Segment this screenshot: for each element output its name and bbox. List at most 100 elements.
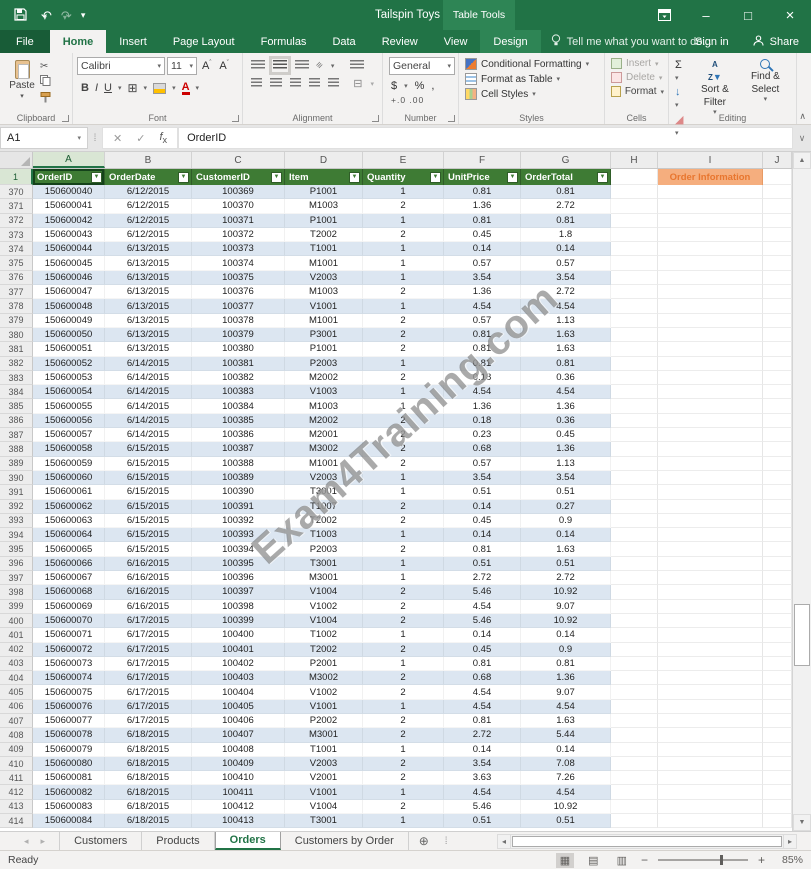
empty-cell[interactable] [763, 728, 792, 742]
cell[interactable]: 100397 [192, 585, 285, 599]
row-number[interactable]: 373 [0, 228, 33, 242]
empty-cell[interactable] [611, 414, 658, 428]
empty-cell[interactable] [611, 714, 658, 728]
cell[interactable]: 1.63 [521, 714, 611, 728]
cell[interactable]: 100408 [192, 743, 285, 757]
find-select-button[interactable]: Find & Select▾ [739, 57, 792, 111]
filter-dropdown-icon[interactable]: ▼ [271, 172, 282, 183]
column-header-J[interactable]: J [763, 152, 792, 168]
cell[interactable]: 150600059 [33, 457, 105, 471]
sheet-tab-customers[interactable]: Customers [59, 832, 142, 850]
cell[interactable]: 1.36 [444, 399, 521, 413]
close-button[interactable]: × [769, 0, 811, 30]
row-number[interactable]: 374 [0, 242, 33, 256]
empty-cell[interactable] [658, 643, 763, 657]
cell[interactable]: 2 [363, 757, 444, 771]
empty-cell[interactable] [658, 285, 763, 299]
cell[interactable]: 100393 [192, 528, 285, 542]
row-number[interactable]: 394 [0, 528, 33, 542]
cell[interactable]: 1 [363, 485, 444, 499]
cell[interactable]: 100406 [192, 714, 285, 728]
cell[interactable]: 10.92 [521, 614, 611, 628]
orientation-icon[interactable]: ≡ [314, 60, 326, 72]
cell[interactable]: V1003 [285, 385, 363, 399]
new-sheet-icon[interactable]: ⊕ [409, 832, 439, 850]
cell[interactable]: 6/15/2015 [105, 471, 192, 485]
cell[interactable]: 2.72 [444, 728, 521, 742]
empty-cell[interactable] [763, 771, 792, 785]
empty-cell[interactable] [763, 657, 792, 671]
empty-cell[interactable] [763, 743, 792, 757]
align-middle-icon[interactable] [273, 60, 287, 71]
cell[interactable]: 4.54 [444, 299, 521, 313]
cell[interactable]: 150600046 [33, 271, 105, 285]
cell[interactable]: 1 [363, 214, 444, 228]
cell[interactable]: 6/18/2015 [105, 728, 192, 742]
cell[interactable]: 2 [363, 414, 444, 428]
empty-cell[interactable] [763, 328, 792, 342]
cell[interactable]: 6/13/2015 [105, 242, 192, 256]
cell[interactable]: 2 [363, 771, 444, 785]
cell[interactable]: T1007 [285, 500, 363, 514]
cell[interactable]: 150600076 [33, 700, 105, 714]
cell[interactable]: 10.92 [521, 800, 611, 814]
empty-cell[interactable] [658, 457, 763, 471]
table-header-cell[interactable]: Quantity▼ [363, 169, 444, 185]
row-number[interactable]: 376 [0, 271, 33, 285]
cell[interactable]: 0.23 [444, 428, 521, 442]
empty-cell[interactable] [658, 256, 763, 270]
vertical-scroll-thumb[interactable] [794, 604, 810, 666]
cell[interactable]: V2003 [285, 757, 363, 771]
empty-cell[interactable] [611, 757, 658, 771]
cell[interactable]: 1.13 [521, 457, 611, 471]
sign-in-button[interactable]: Sign in [683, 36, 741, 48]
cell[interactable]: V1001 [285, 785, 363, 799]
empty-cell[interactable] [658, 442, 763, 456]
cell[interactable]: 2.72 [444, 571, 521, 585]
save-icon[interactable] [14, 8, 27, 23]
sheet-tab-orders[interactable]: Orders [215, 832, 281, 850]
empty-cell[interactable] [763, 169, 792, 185]
cell[interactable]: 6/13/2015 [105, 314, 192, 328]
cell[interactable]: 6/14/2015 [105, 371, 192, 385]
cell[interactable]: 0.9 [521, 514, 611, 528]
cell[interactable]: M1003 [285, 285, 363, 299]
namebox-splitter[interactable]: ⁞ [88, 125, 102, 151]
cell[interactable]: 0.57 [444, 457, 521, 471]
enter-icon[interactable]: ✓ [136, 132, 145, 145]
cell[interactable]: 1.36 [521, 399, 611, 413]
font-size-select[interactable]: 11▾ [167, 57, 197, 75]
tab-design[interactable]: Design [480, 30, 540, 53]
row-number[interactable]: 395 [0, 542, 33, 556]
empty-cell[interactable] [763, 785, 792, 799]
cell[interactable]: 150600050 [33, 328, 105, 342]
cell[interactable]: 1 [363, 657, 444, 671]
cell[interactable]: 150600060 [33, 471, 105, 485]
cell[interactable]: 4.54 [521, 700, 611, 714]
customize-qat-icon[interactable]: ▾ [81, 11, 86, 20]
cell[interactable]: 2 [363, 728, 444, 742]
order-information-header[interactable]: Order Information [658, 169, 763, 185]
empty-cell[interactable] [658, 743, 763, 757]
cell[interactable]: 6/17/2015 [105, 614, 192, 628]
empty-cell[interactable] [658, 671, 763, 685]
autosum-icon[interactable]: Σ ▾ [675, 59, 687, 83]
cell[interactable]: 0.18 [444, 371, 521, 385]
empty-cell[interactable] [611, 728, 658, 742]
cell[interactable]: 6/13/2015 [105, 342, 192, 356]
empty-cell[interactable] [611, 700, 658, 714]
collapse-ribbon-icon[interactable]: ∧ [799, 111, 806, 122]
column-header-I[interactable]: I [658, 152, 763, 168]
filter-dropdown-icon[interactable]: ▼ [507, 172, 518, 183]
cell[interactable]: 150600075 [33, 685, 105, 699]
cell[interactable]: 150600057 [33, 428, 105, 442]
empty-cell[interactable] [611, 485, 658, 499]
clipboard-dialog-launcher-icon[interactable] [62, 115, 69, 122]
cell[interactable]: 150600063 [33, 514, 105, 528]
empty-cell[interactable] [763, 471, 792, 485]
row-number[interactable]: 378 [0, 299, 33, 313]
cell[interactable]: T1003 [285, 528, 363, 542]
font-name-select[interactable]: Calibri▾ [77, 57, 165, 75]
cell[interactable]: V1001 [285, 700, 363, 714]
cell[interactable]: 150600071 [33, 628, 105, 642]
